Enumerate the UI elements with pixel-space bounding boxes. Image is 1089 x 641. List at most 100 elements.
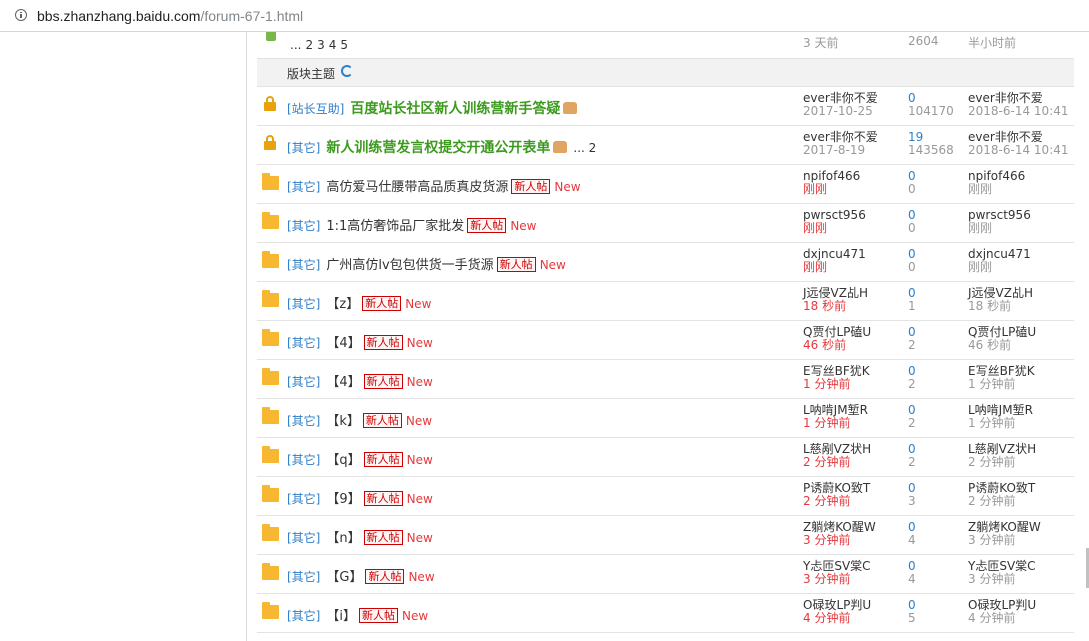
thread-page-link[interactable]: ... 2 <box>573 141 596 155</box>
thread-subject-link[interactable]: 百度站长社区新人训练营新手答疑 <box>350 101 560 117</box>
thread-subject-link[interactable]: 【4】 <box>326 336 360 351</box>
thread-row[interactable]: [其它] 【k】 新人帖 New L呐啃JM堑R 1 分钟前 0 2 L呐啃JM堑R 1 分钟前 <box>257 399 1074 438</box>
thread-subject-link[interactable]: 新人训练营发言权提交开通公开表单 <box>326 140 550 156</box>
thread-list: ... 2 3 4 5 3 天前 2604 半小时前 版块主题 [站长互助] 百度站长社区… <box>257 32 1074 633</box>
last-post-time[interactable]: 2018-6-14 10:41 <box>968 105 1069 118</box>
page-link-4[interactable]: 4 <box>329 38 337 52</box>
thumb-up-icon <box>563 102 578 114</box>
address-bar[interactable]: bbs.zhanzhang.baidu.com/forum-67-1.html <box>0 0 1089 32</box>
thread-row[interactable]: [站长互助] 百度站长社区新人训练营新手答疑 ever非你不爱 2017-10-25 0… <box>257 87 1074 126</box>
thread-counts: 02 <box>908 404 916 430</box>
last-post-time[interactable]: 2 分钟前 <box>968 495 1035 508</box>
thread-subject-link[interactable]: 【i】 <box>326 609 356 624</box>
thread-subject-link[interactable]: 【q】 <box>326 453 360 468</box>
view-count: 5 <box>908 611 916 625</box>
thread-row[interactable]: [其它] 高仿爱马仕腰带高品质真皮货源 新人帖 New npifof466 刚刚 0 0 npi… <box>257 165 1074 204</box>
content-border <box>246 32 247 641</box>
thread-type-link[interactable]: [其它] <box>287 375 320 389</box>
last-post: L慈剐VZ状H 2 分钟前 <box>968 443 1036 469</box>
thread-author: Z躺烤KO醒W 3 分钟前 <box>803 521 876 547</box>
thread-type-link[interactable]: [其它] <box>287 336 320 350</box>
thread-row[interactable]: [其它] 【n】 新人帖 New Z躺烤KO醒W 3 分钟前 0 4 Z躺烤KO醒W 3 分钟前 <box>257 516 1074 555</box>
last-post: npifof466 刚刚 <box>968 170 1025 196</box>
thread-row[interactable]: [其它] 【G】 新人帖 New Y忐匝SV棠C 3 分钟前 0 4 Y忐匝SV棠C 3 分钟前 <box>257 555 1074 594</box>
post-date: 3 分钟前 <box>803 572 851 586</box>
page-link-5[interactable]: 5 <box>340 38 348 52</box>
thread-subject-link[interactable]: 【z】 <box>326 297 359 312</box>
view-count: 0 <box>908 182 916 196</box>
post-date: 2017-8-19 <box>803 143 866 157</box>
thread-type-link[interactable]: [其它] <box>287 492 320 506</box>
view-count: 1 <box>908 299 916 313</box>
last-post: E写丝BF犹K 1 分钟前 <box>968 365 1035 391</box>
thread-row[interactable]: [其它] 【9】 新人帖 New P诱蔚KO致T 2 分钟前 0 3 P诱蔚KO致T 2 分钟前 <box>257 477 1074 516</box>
thread-type-link[interactable]: [其它] <box>287 414 320 428</box>
last-post-time[interactable]: 2 分钟前 <box>968 456 1036 469</box>
thread-row[interactable]: [其它] 【4】 新人帖 New E写丝BF犹K 1 分钟前 0 2 E写丝BF犹K 1 分钟前 <box>257 360 1074 399</box>
last-post-time[interactable]: 3 分钟前 <box>968 534 1041 547</box>
last-post-time[interactable]: 4 分钟前 <box>968 612 1036 625</box>
page-link-3[interactable]: 3 <box>317 38 325 52</box>
thread-row[interactable]: [其它] 【q】 新人帖 New L慈剐VZ状H 2 分钟前 0 2 L慈剐VZ状H 2 分钟前 <box>257 438 1074 477</box>
thread-subject-link[interactable]: 【k】 <box>326 414 360 429</box>
last-post-time[interactable]: 2018-6-14 10:41 <box>968 144 1069 157</box>
url-text[interactable]: bbs.zhanzhang.baidu.com/forum-67-1.html <box>37 7 303 25</box>
thread-type-link[interactable]: [其它] <box>287 258 320 272</box>
thread-title: [其它] 【4】 新人帖 New <box>287 371 433 390</box>
thread-subject-link[interactable]: 广州高仿lv包包供货一手货源 <box>326 258 493 273</box>
thread-author: P诱蔚KO致T 2 分钟前 <box>803 482 870 508</box>
last-post-time[interactable]: 1 分钟前 <box>968 378 1035 391</box>
post-date: 1 分钟前 <box>803 377 851 391</box>
newbie-badge: 新人帖 <box>363 530 403 545</box>
thread-subject-link[interactable]: 【n】 <box>326 531 360 546</box>
new-tag: New <box>406 453 433 467</box>
thread-subject-link[interactable]: 1:1高仿奢饰品厂家批发 <box>326 219 464 234</box>
thread-subject-link[interactable]: 【G】 <box>326 570 362 585</box>
newbie-badge: 新人帖 <box>363 374 403 389</box>
thread-counts: 00 <box>908 248 916 274</box>
thread-type-link[interactable]: [其它] <box>287 570 320 584</box>
thread-type-link[interactable]: [其它] <box>287 531 320 545</box>
thread-row[interactable]: [其它] 【i】 新人帖 New O碌玫LP判U 4 分钟前 0 5 O碌玫LP判U 4 分钟前 <box>257 594 1074 633</box>
thread-author: npifof466 刚刚 <box>803 170 860 196</box>
thread-counts: 19 143568 <box>908 131 954 157</box>
url-host: bbs.zhanzhang.baidu.com <box>37 8 201 24</box>
thread-row[interactable]: [其它] 广州高仿lv包包供货一手货源 新人帖 New dxjncu471 刚刚 0 0 dxj… <box>257 243 1074 282</box>
post-date: 2 分钟前 <box>803 494 851 508</box>
thread-type-link[interactable]: [其它] <box>287 453 320 467</box>
thread-title: [其它] 【q】 新人帖 New <box>287 449 433 468</box>
last-post-time[interactable]: 46 秒前 <box>968 339 1036 352</box>
last-post-time[interactable]: 1 分钟前 <box>968 417 1033 430</box>
thread-author: pwrsct956 刚刚 <box>803 209 866 235</box>
page-link-2[interactable]: 2 <box>305 38 313 52</box>
post-date: 刚刚 <box>803 221 828 235</box>
newbie-badge: 新人帖 <box>362 413 402 428</box>
thread-row[interactable]: [其它] 1:1高仿奢饰品厂家批发 新人帖 New pwrsct956 刚刚 0 0 pwrsc… <box>257 204 1074 243</box>
last-post-time[interactable]: 刚刚 <box>968 222 1031 235</box>
thread-type-link[interactable]: [站长互助] <box>287 102 344 116</box>
thread-row[interactable]: [其它] 【4】 新人帖 New Q贾付LP磕U 46 秒前 0 2 Q贾付LP磕U 46 秒前 <box>257 321 1074 360</box>
last-post-time[interactable]: 刚刚 <box>968 261 1031 274</box>
thread-type-link[interactable]: [其它] <box>287 609 320 623</box>
post-date: 刚刚 <box>803 260 828 274</box>
last-post-time[interactable]: 刚刚 <box>968 183 1025 196</box>
site-info-icon[interactable] <box>15 9 27 21</box>
thread-type-link[interactable]: [其它] <box>287 141 320 155</box>
thread-subject-link[interactable]: 高仿爱马仕腰带高品质真皮货源 <box>326 180 508 195</box>
last-post-time[interactable]: 3 分钟前 <box>968 573 1036 586</box>
thread-counts: 02 <box>908 443 916 469</box>
thread-title: [其它] 1:1高仿奢饰品厂家批发 新人帖 New <box>287 215 537 234</box>
view-count: 2 <box>908 338 916 352</box>
thread-type-link[interactable]: [其它] <box>287 219 320 233</box>
last-post: L呐啃JM堑R 1 分钟前 <box>968 404 1033 430</box>
refresh-icon[interactable] <box>341 65 353 77</box>
thread-subject-link[interactable]: 【4】 <box>326 375 360 390</box>
new-tag: New <box>408 570 435 584</box>
thread-type-link[interactable]: [其它] <box>287 297 320 311</box>
thread-row[interactable]: [其它] 【z】 新人帖 New J远侵VZ乩H 18 秒前 0 1 J远侵VZ乩H 18 秒前 <box>257 282 1074 321</box>
last-post-time[interactable]: 18 秒前 <box>968 300 1033 313</box>
thread-subject-link[interactable]: 【9】 <box>326 492 360 507</box>
thread-type-link[interactable]: [其它] <box>287 180 320 194</box>
thread-row[interactable]: [其它] 新人训练营发言权提交开通公开表单 ... 2 ever非你不爱 2017-8-… <box>257 126 1074 165</box>
new-tag: New <box>406 492 433 506</box>
